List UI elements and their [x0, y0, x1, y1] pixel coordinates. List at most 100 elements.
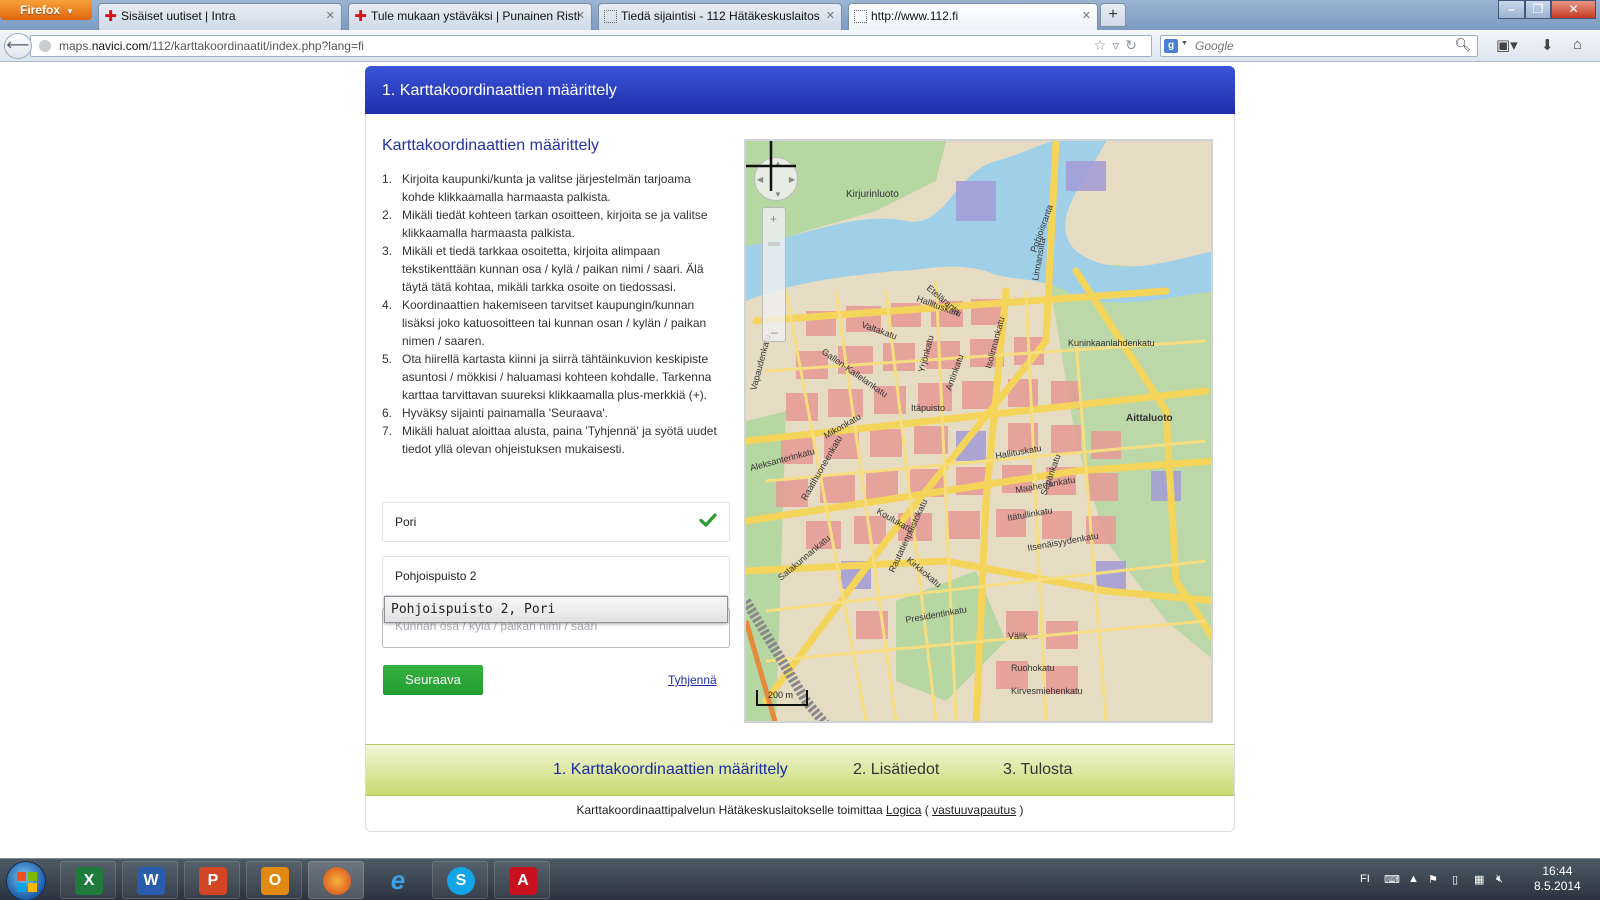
page-header: 1. Karttakoordinaattien määrittely: [365, 66, 1235, 114]
chevron-down-icon[interactable]: ▼: [1181, 40, 1188, 47]
zoom-slider-handle[interactable]: [768, 242, 780, 246]
section-title: Karttakoordinaattien määrittely: [382, 137, 599, 154]
map-zoom-control[interactable]: + –: [762, 207, 786, 342]
start-button[interactable]: [6, 861, 46, 900]
zoom-in-icon[interactable]: +: [770, 212, 777, 226]
close-icon[interactable]: ✕: [826, 4, 835, 28]
clear-link[interactable]: Tyhjennä: [668, 673, 717, 687]
instruction-item: 1. Kirjoita kaupunki/kunta ja valitse jär…: [382, 172, 691, 204]
map-label: Aittaluoto: [1126, 413, 1173, 424]
search-placeholder: Google: [1195, 39, 1234, 53]
url-text: maps.navici.com/112/karttakoordinaatit/i…: [59, 39, 364, 53]
footer-text: Karttakoordinaattipalvelun Hätäkeskuslai…: [576, 803, 883, 817]
city-field[interactable]: Pori: [382, 502, 730, 542]
new-tab-button[interactable]: +: [1100, 3, 1126, 27]
tab-intra[interactable]: ✚ Sisäiset uutiset | Intra ✕: [98, 3, 342, 30]
close-icon[interactable]: ✕: [576, 4, 585, 28]
google-icon[interactable]: g: [1164, 39, 1178, 53]
close-window-button[interactable]: ✕: [1551, 0, 1596, 19]
zoom-out-icon[interactable]: –: [771, 325, 778, 339]
footer: Karttakoordinaattipalvelun Hätäkeskuslai…: [366, 803, 1234, 817]
clock-date: 8.5.2014: [1534, 879, 1581, 893]
bookmarks-menu-icon[interactable]: ▣▾: [1496, 36, 1518, 54]
map-view[interactable]: Kirjurinluoto Linnansilta Pohjoisranta Hall…: [744, 139, 1213, 723]
firefox-menu-label: Firefox: [20, 3, 61, 17]
map-label: Itäpuisto: [911, 403, 945, 413]
blank-page-icon: [854, 10, 867, 23]
language-indicator[interactable]: FI: [1360, 873, 1370, 885]
red-cross-icon: ✚: [354, 8, 367, 25]
next-button[interactable]: Seuraava: [383, 665, 483, 695]
red-cross-icon: ✚: [104, 8, 117, 25]
taskbar-outlook[interactable]: O: [246, 861, 302, 899]
restore-button[interactable]: ❐: [1525, 0, 1551, 19]
tab-tieda-sijaintisi[interactable]: Tiedä sijaintisi - 112 Hätäkeskuslaitos …: [598, 3, 842, 30]
city-value: Pori: [395, 515, 417, 529]
back-button[interactable]: ⟵: [4, 33, 32, 59]
autocomplete-suggestion[interactable]: Pohjoispuisto 2, Pori: [384, 596, 728, 623]
plus-icon: +: [1108, 6, 1118, 23]
tab-punainen-risti[interactable]: ✚ Tule mukaan ystäväksi | Punainen Risti…: [348, 3, 592, 30]
instruction-item: 3. Mikäli et tiedä tarkkaa osoitetta, kir…: [382, 244, 704, 294]
step-3: 3. Tulosta: [1003, 761, 1073, 778]
search-icon[interactable]: 🔍︎: [1454, 37, 1471, 53]
taskbar-internet-explorer[interactable]: e: [370, 861, 426, 899]
tab-title: Tiedä sijaintisi - 112 Hätäkeskuslaitos: [621, 9, 820, 23]
taskbar-acrobat[interactable]: A: [494, 861, 550, 899]
download-icon[interactable]: ⬇: [1541, 36, 1554, 54]
windows-taskbar: X W P O e S A FI ⌨ ▲ ⚑ ▯ ▦ 🔇︎ 16:44 8.5.…: [0, 858, 1600, 900]
taskbar-firefox[interactable]: [308, 861, 364, 899]
action-center-flag-icon[interactable]: ⚑: [1428, 873, 1438, 886]
disclaimer-link[interactable]: vastuuvapautus: [932, 803, 1016, 817]
map-label: Kirvesmiehenkatu: [1011, 686, 1083, 696]
map-scale-bar: 200 m: [756, 690, 808, 706]
bookmark-star-icon[interactable]: ☆: [1094, 37, 1113, 53]
back-arrow-icon: ⟵: [6, 37, 30, 54]
instructions-list: 1. Kirjoita kaupunki/kunta ja valitse jär…: [382, 170, 722, 458]
url-bar-icons: ☆▿↻: [1094, 37, 1143, 54]
map-label: Kirjurinluoto: [846, 189, 899, 200]
close-icon[interactable]: ✕: [326, 4, 335, 28]
url-bar[interactable]: maps.navici.com/112/karttakoordinaatit/i…: [30, 35, 1152, 57]
tab-112-fi[interactable]: http://www.112.fi ✕: [848, 3, 1098, 30]
instruction-item: 7. Mikäli haluat aloittaa alusta, paina '…: [382, 424, 717, 456]
blank-page-icon: [604, 10, 617, 23]
acrobat-icon: A: [509, 867, 537, 895]
reload-icon[interactable]: ↻: [1125, 37, 1143, 53]
provider-link[interactable]: Logica: [886, 803, 921, 817]
search-bar[interactable]: g ▼ Google 🔍︎: [1160, 35, 1478, 57]
battery-icon[interactable]: ▯: [1452, 873, 1458, 886]
pan-down-icon[interactable]: ▼: [774, 190, 782, 199]
paren-open: (: [924, 803, 929, 817]
map-canvas: KirjurinluotoLinnansiltaPohjoisrantaHall…: [746, 141, 1211, 721]
chevron-down-icon: ▼: [66, 7, 74, 16]
browser-titlebar: Firefox ▼ ✚ Sisäiset uutiset | Intra ✕ ✚ …: [0, 0, 1600, 30]
chevron-down-icon[interactable]: ▿: [1112, 37, 1125, 53]
system-clock[interactable]: 16:44 8.5.2014: [1534, 864, 1581, 894]
step-1: 1. Karttakoordinaattien määrittely: [553, 761, 788, 778]
tab-title: http://www.112.fi: [871, 9, 959, 23]
navigation-toolbar: maps.navici.com/112/karttakoordinaatit/i…: [0, 30, 1600, 62]
instruction-item: 6. Hyväksy sijainti painamalla 'Seuraava'…: [382, 406, 609, 420]
restore-icon: ❐: [1532, 2, 1544, 16]
keyboard-icon[interactable]: ⌨: [1384, 873, 1400, 886]
close-icon[interactable]: ✕: [1082, 4, 1091, 28]
wizard-steps: 1. Karttakoordinaattien määrittely 2. Li…: [366, 744, 1234, 796]
show-hidden-icons-icon[interactable]: ▲: [1408, 873, 1419, 885]
firefox-menu-button[interactable]: Firefox ▼: [0, 0, 92, 20]
powerpoint-icon: P: [199, 867, 227, 895]
home-icon[interactable]: ⌂: [1573, 36, 1582, 53]
volume-muted-icon[interactable]: 🔇︎: [1496, 873, 1503, 886]
taskbar-word[interactable]: W: [122, 861, 178, 899]
skype-icon: S: [447, 867, 475, 895]
firefox-icon: [323, 867, 351, 895]
taskbar-excel[interactable]: X: [60, 861, 116, 899]
taskbar-skype[interactable]: S: [432, 861, 488, 899]
address-field[interactable]: Pohjoispuisto 2: [382, 556, 730, 596]
minimize-button[interactable]: –: [1498, 0, 1525, 19]
network-icon[interactable]: ▦: [1474, 873, 1484, 886]
excel-icon: X: [75, 867, 103, 895]
map-label: Ruohokatu: [1011, 663, 1055, 673]
outlook-icon: O: [261, 867, 289, 895]
taskbar-powerpoint[interactable]: P: [184, 861, 240, 899]
